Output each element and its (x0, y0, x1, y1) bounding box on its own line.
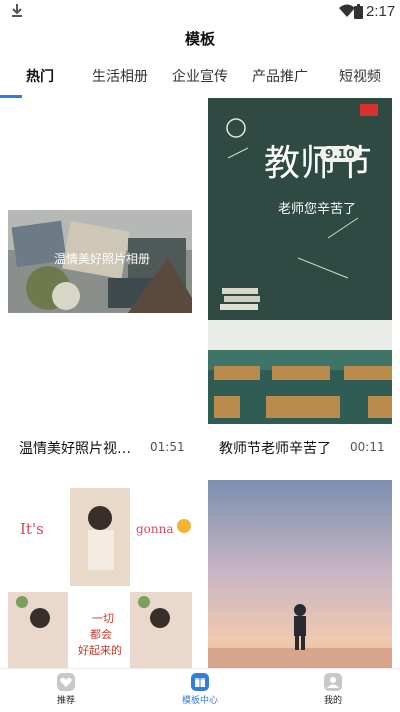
battery-icon (354, 4, 363, 19)
collage-text: It's (20, 520, 44, 538)
nav-template-center[interactable]: 模板中心 (170, 673, 230, 706)
download-icon (12, 4, 22, 17)
template-icon (191, 673, 209, 691)
collage-text: 都会 (90, 628, 112, 641)
nav-mine[interactable]: 我的 (303, 673, 363, 706)
thumbnail-subtitle: 老师您辛苦了 (278, 202, 357, 217)
template-thumbnail[interactable] (208, 480, 392, 668)
template-card[interactable]: 温情美好照片相册 温情美好照片视… 01:51 (8, 98, 192, 468)
template-duration: 00:11 (350, 440, 385, 454)
status-time: 2:17 (366, 3, 396, 20)
template-title: 温情美好照片视… (19, 441, 131, 457)
sunset-beach-preview (208, 480, 392, 668)
thumbnail-caption: 温情美好照片相册 (54, 252, 151, 266)
tab-product[interactable]: 产品推广 (252, 66, 308, 86)
page-title: 模板 (184, 30, 215, 48)
nav-recommend[interactable]: 推荐 (36, 673, 96, 706)
bottom-nav: 推荐 模板中心 我的 (0, 668, 400, 712)
tab-corporate[interactable]: 企业宣传 (172, 66, 228, 86)
tab-hot[interactable]: 热门 (26, 66, 54, 86)
template-title: 教师节老师辛苦了 (219, 441, 331, 457)
template-duration: 01:51 (150, 440, 185, 454)
template-card[interactable]: It's gonna 一切 都会 好起来的 (8, 480, 192, 668)
template-card[interactable] (208, 480, 392, 668)
nav-label: 我的 (323, 696, 342, 706)
collage-text: gonna (136, 522, 174, 536)
heart-icon (57, 673, 75, 691)
tab-short-video[interactable]: 短视频 (339, 66, 381, 86)
nav-label: 推荐 (56, 696, 75, 706)
status-bar: 2:17 (0, 0, 400, 24)
nav-label: 模板中心 (181, 696, 218, 706)
thumbnail-date: 9.10 (320, 146, 360, 162)
tab-life-album[interactable]: 生活相册 (92, 66, 148, 86)
template-thumbnail[interactable]: 教师节 9.10 老师您辛苦了 (208, 98, 392, 424)
collage-text: 一切 (92, 612, 114, 625)
collage-text: 好起来的 (78, 644, 122, 657)
category-tabs: 热门 生活相册 企业宣传 产品推广 短视频 (0, 58, 400, 98)
user-icon (324, 673, 342, 691)
template-thumbnail[interactable]: It's gonna 一切 都会 好起来的 (8, 480, 192, 668)
template-card[interactable]: 教师节 9.10 老师您辛苦了 教师节老师辛苦了 00:11 (208, 98, 392, 468)
template-thumbnail[interactable]: 温情美好照片相册 (8, 98, 192, 424)
